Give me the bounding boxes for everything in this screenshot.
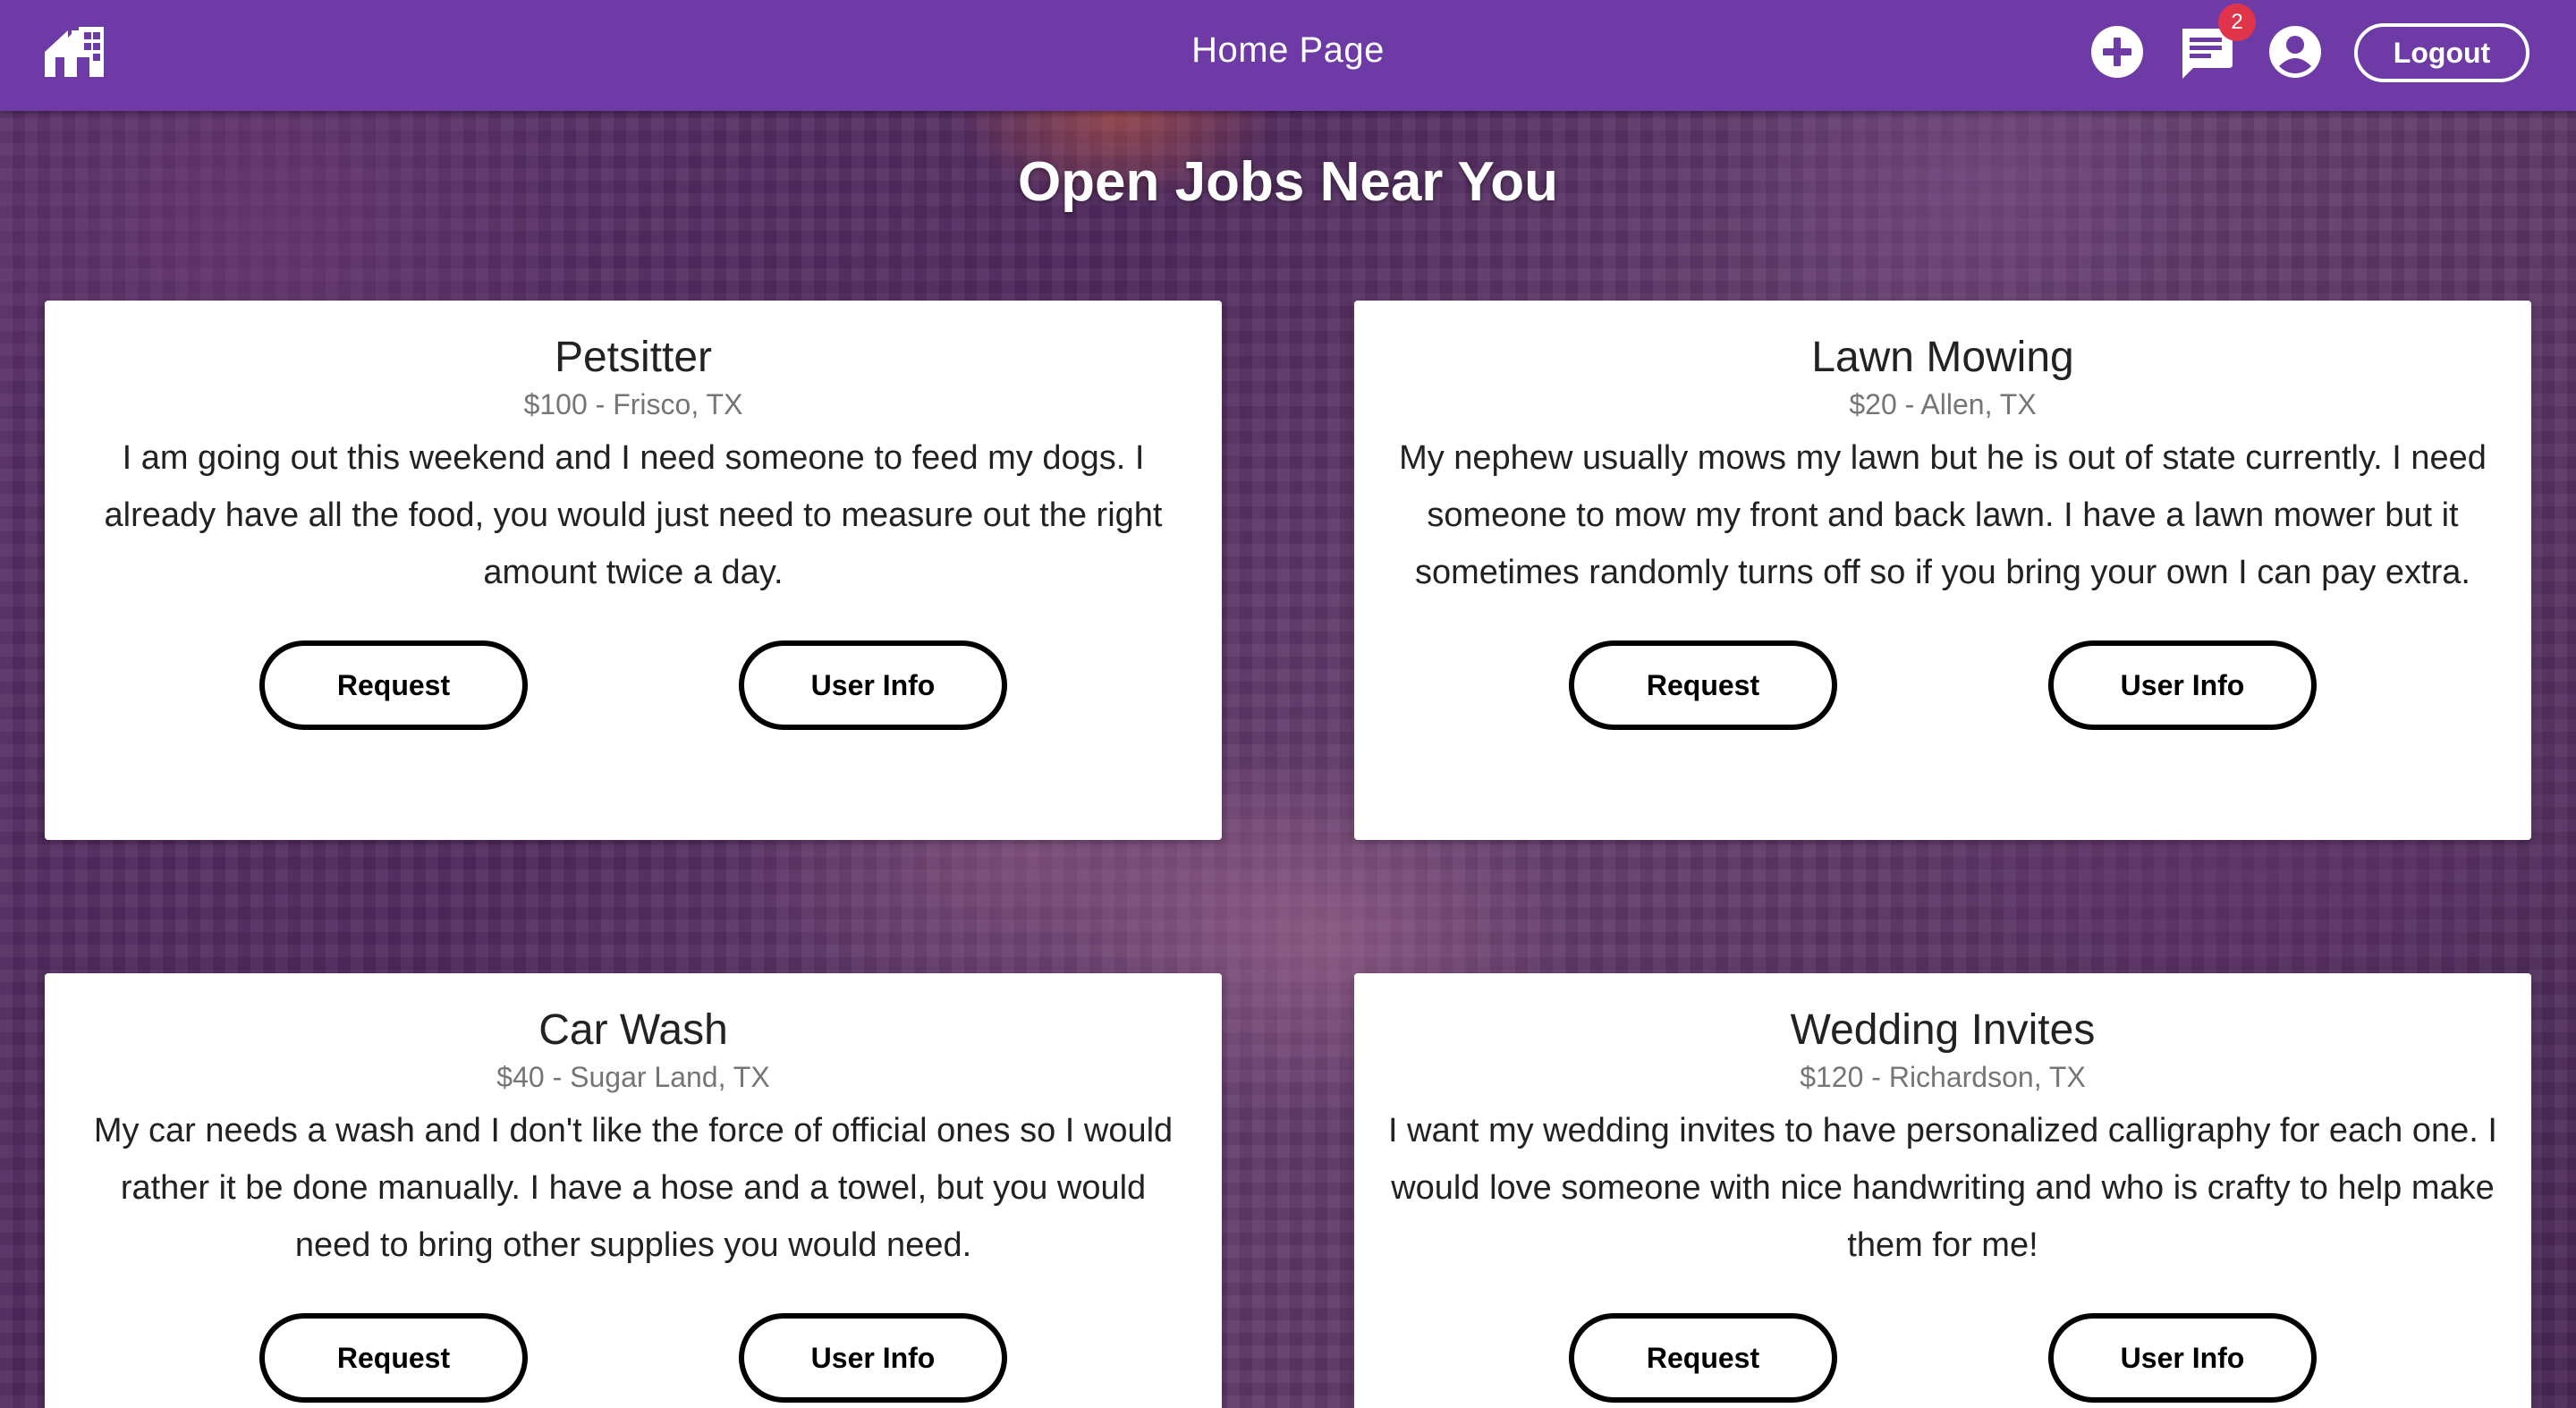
job-price-location: $40 - Sugar Land, TX (496, 1061, 770, 1093)
job-title: Petsitter (554, 334, 713, 381)
job-card: Petsitter $100 - Frisco, TX I am going o… (45, 301, 1222, 840)
account-circle-icon[interactable] (2267, 23, 2324, 81)
plus-circle-icon[interactable] (2089, 23, 2146, 81)
job-title: Car Wash (538, 1006, 728, 1054)
job-actions: Request User Info (45, 1313, 1222, 1403)
job-description: I am going out this weekend and I need s… (104, 439, 1163, 591)
request-button[interactable]: Request (259, 1313, 528, 1403)
job-card: Car Wash $40 - Sugar Land, TX My car nee… (45, 973, 1222, 1408)
job-price-location: $120 - Richardson, TX (1800, 1061, 2086, 1093)
user-info-button[interactable]: User Info (739, 1313, 1007, 1403)
job-card: Wedding Invites $120 - Richardson, TX I … (1354, 973, 2531, 1408)
job-actions: Request User Info (45, 640, 1222, 730)
job-card: Lawn Mowing $20 - Allen, TX My nephew us… (1354, 301, 2531, 840)
user-info-button[interactable]: User Info (739, 640, 1007, 730)
top-app-bar: Home Page 2 Logout (0, 0, 2576, 111)
job-title: Lawn Mowing (1811, 334, 2074, 381)
job-description: My car needs a wash and I don't like the… (93, 1112, 1174, 1264)
user-info-button[interactable]: User Info (2048, 640, 2317, 730)
job-description: My nephew usually mows my lawn but he is… (1399, 439, 2487, 591)
request-button[interactable]: Request (1569, 640, 1837, 730)
notification-badge: 2 (2218, 4, 2256, 41)
request-button[interactable]: Request (259, 640, 528, 730)
request-button[interactable]: Request (1569, 1313, 1837, 1403)
job-actions: Request User Info (1354, 1313, 2531, 1403)
user-info-button[interactable]: User Info (2048, 1313, 2317, 1403)
job-title: Wedding Invites (1790, 1006, 2096, 1054)
job-description: I want my wedding invites to have person… (1388, 1112, 2497, 1264)
logout-button[interactable]: Logout (2354, 23, 2529, 82)
job-actions: Request User Info (1354, 640, 2531, 730)
job-price-location: $100 - Frisco, TX (523, 388, 743, 420)
job-price-location: $20 - Allen, TX (1849, 388, 2037, 420)
section-heading: Open Jobs Near You (1017, 151, 1559, 213)
